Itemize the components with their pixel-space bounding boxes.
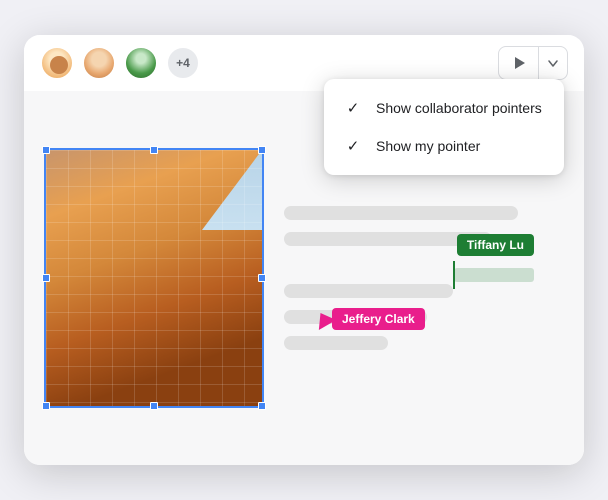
present-button[interactable] [499, 47, 539, 79]
main-window: +4 [24, 35, 584, 465]
avatar-1 [40, 46, 74, 80]
tiffany-collaborator-label: Tiffany Lu [457, 234, 534, 256]
dropdown-menu: ✓ Show collaborator pointers ✓ Show my p… [324, 79, 564, 175]
tiffany-text-selection [454, 268, 534, 282]
jeffery-collaborator-label: Jeffery Clark [332, 308, 425, 330]
content-line-3 [284, 284, 453, 298]
handle-middle-left[interactable] [42, 274, 50, 282]
avatar-2 [82, 46, 116, 80]
handle-bottom-right[interactable] [258, 402, 266, 410]
menu-item-show-collaborator-pointers[interactable]: ✓ Show collaborator pointers [324, 89, 564, 127]
handle-bottom-center[interactable] [150, 402, 158, 410]
content-line-5 [284, 336, 388, 350]
content-line-1 [284, 206, 518, 220]
menu-item-show-my-pointer[interactable]: ✓ Show my pointer [324, 127, 564, 165]
handle-top-left[interactable] [42, 146, 50, 154]
jeffery-collaborator-pointer: Jeffery Clark [314, 308, 425, 330]
selected-image[interactable] [44, 148, 264, 408]
handle-top-right[interactable] [258, 146, 266, 154]
right-content-area: Tiffany Lu Jeffery Clark [264, 196, 564, 360]
building-image [46, 150, 262, 406]
checkmark-icon-2: ✓ [344, 137, 362, 155]
checkmark-icon-1: ✓ [344, 99, 362, 117]
handle-top-center[interactable] [150, 146, 158, 154]
present-button-group[interactable] [498, 46, 568, 80]
avatar-overflow[interactable]: +4 [166, 46, 200, 80]
building-grid [46, 150, 262, 406]
chevron-down-icon [547, 57, 559, 69]
avatar-3 [124, 46, 158, 80]
handle-bottom-left[interactable] [42, 402, 50, 410]
dropdown-arrow-button[interactable] [539, 47, 567, 79]
play-icon [511, 55, 527, 71]
